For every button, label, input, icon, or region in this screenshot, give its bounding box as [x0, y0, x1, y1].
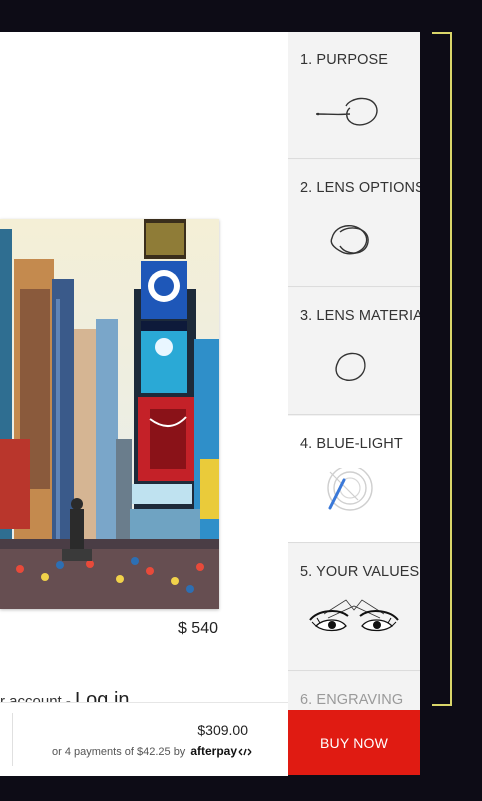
step-blue-light[interactable]: 4. BLUE-LIGHT: [288, 416, 420, 543]
step-label: 4. BLUE-LIGHT: [300, 436, 403, 452]
product-price: $ 540: [177, 620, 218, 637]
product-panel: $ 540 r account - Log in: [0, 32, 288, 702]
product-photo: [0, 219, 219, 609]
checkout-bar: $309.00 or 4 payments of $42.25 by afterp…: [0, 702, 288, 776]
lens-material-icon: [335, 352, 366, 381]
total-price: $309.00: [197, 722, 248, 738]
step-label: 2. LENS OPTIONS: [300, 180, 420, 196]
step-label: 3. LENS MATERIAL: [300, 308, 420, 324]
step-label: 5. YOUR VALUES: [300, 564, 420, 580]
step-engraving[interactable]: 6. ENGRAVING: [288, 672, 420, 710]
purpose-icon: [315, 97, 378, 126]
installments-text: or 4 payments of $42.25 by: [52, 746, 186, 758]
step-lens-options[interactable]: 2. LENS OPTIONS: [288, 160, 420, 287]
step-your-values[interactable]: 5. YOUR VALUES: [288, 544, 420, 671]
step-label: 1. PURPOSE: [300, 52, 389, 68]
divider: [12, 713, 13, 766]
steps-sidebar: 1. PURPOSE 2. LENS OPTIONS 3. LENS MATER…: [288, 32, 420, 710]
blue-light-icon: [327, 468, 373, 511]
step-purpose[interactable]: 1. PURPOSE: [288, 32, 420, 159]
account-prompt: r account - Log in: [0, 689, 288, 702]
afterpay-logo: afterpay: [190, 744, 252, 758]
account-text: r account -: [0, 693, 76, 702]
afterpay-info: or 4 payments of $42.25 by afterpay: [52, 744, 252, 758]
step-lens-material[interactable]: 3. LENS MATERIAL: [288, 288, 420, 415]
login-link[interactable]: Log in: [75, 689, 130, 702]
lens-options-icon: [330, 225, 369, 255]
eyes-icon: [309, 599, 399, 632]
step-label: 6. ENGRAVING: [300, 692, 404, 708]
scroll-bracket: [432, 32, 452, 706]
buy-now-button[interactable]: BUY NOW: [288, 710, 420, 775]
